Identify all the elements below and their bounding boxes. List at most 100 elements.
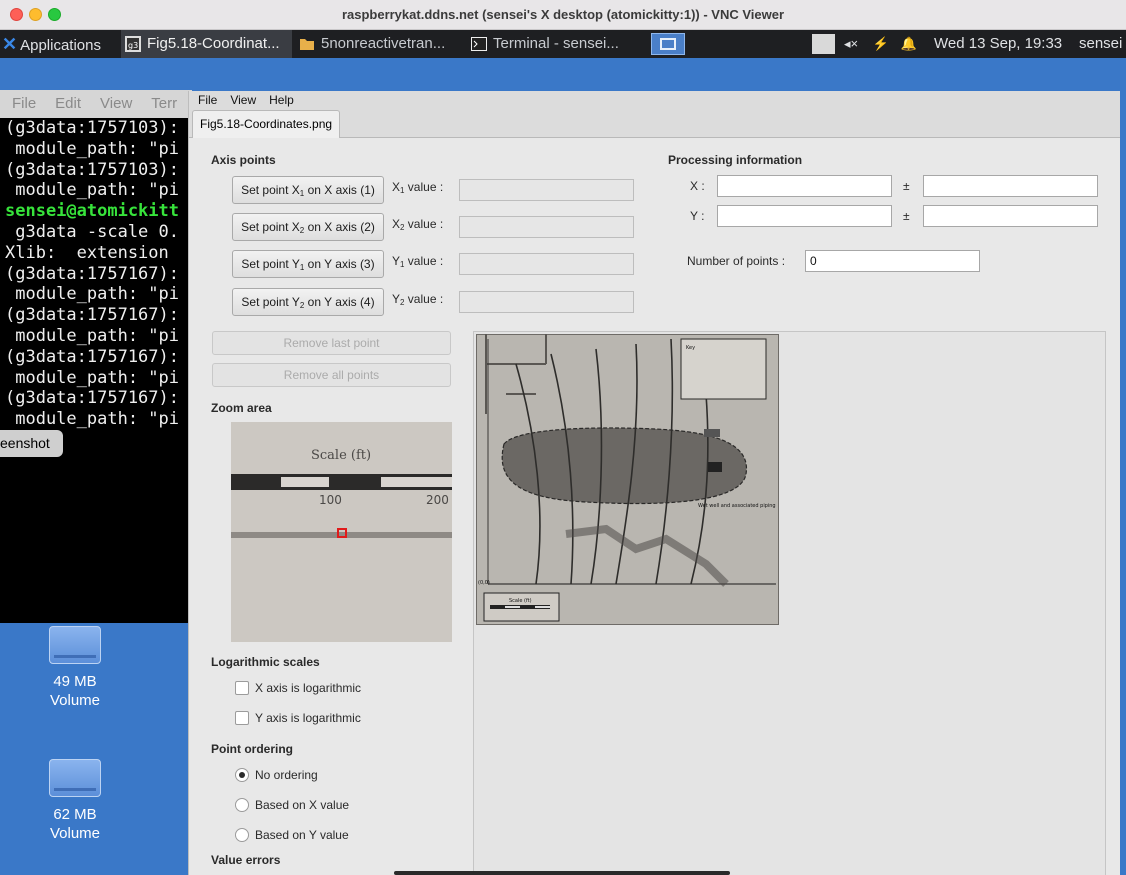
y-error-field[interactable]: [923, 205, 1098, 227]
taskbar-item-folder[interactable]: 5nonreactivetran...: [295, 30, 465, 58]
btn-text: Set point Y: [241, 295, 300, 309]
btn-text: Set point X: [241, 220, 300, 234]
menu-help[interactable]: Help: [269, 93, 294, 107]
btn-text: on Y axis (3): [304, 257, 375, 271]
screenshot-tray-icon[interactable]: [812, 34, 835, 54]
value-errors-title: Value errors: [211, 853, 281, 867]
y2-value-label: Y2 value :: [392, 292, 443, 307]
y1-value-field[interactable]: [459, 253, 634, 275]
y-value-field[interactable]: [717, 205, 892, 227]
x2-value-label: X2 value :: [392, 217, 443, 232]
x-value-field[interactable]: [717, 175, 892, 197]
order-by-x-radio[interactable]: [235, 798, 249, 812]
graph-area[interactable]: Key Wet well and associated piping (0,0)…: [473, 331, 1106, 875]
x-label: X :: [690, 179, 705, 193]
terminal-line: (g3data:1757167):: [5, 305, 179, 326]
y-log-checkbox[interactable]: [235, 711, 249, 725]
remove-last-point-button[interactable]: Remove last point: [212, 331, 451, 355]
applications-menu-button[interactable]: ✕ Applications: [2, 30, 118, 58]
lbl-text: Y: [392, 292, 401, 306]
zoom-tick-200: 200: [426, 493, 449, 507]
g3data-window: File View Help Fig5.18-Coordinates.png Axi…: [188, 91, 1120, 875]
taskbar-item-label: Terminal - sensei...: [493, 35, 619, 52]
screenshot-tooltip: eenshot: [0, 430, 63, 457]
set-point-x2-button[interactable]: Set point X2 on X axis (2): [232, 213, 384, 241]
volume-muted-icon[interactable]: ◂×: [841, 33, 861, 55]
g3data-content: Axis points Set point X1 on X axis (1) X…: [189, 138, 1120, 875]
x1-value-label: X1 value :: [392, 180, 443, 195]
tab-fig-coordinates[interactable]: Fig5.18-Coordinates.png: [192, 110, 341, 139]
lbl-text: value :: [404, 254, 444, 268]
figure-origin-label: (0,0): [478, 580, 490, 586]
desktop-volume-icon-1[interactable]: 49 MB Volume: [30, 626, 120, 710]
terminal-menu-file[interactable]: File: [12, 95, 36, 112]
point-ordering-title: Point ordering: [211, 742, 293, 756]
set-point-y2-button[interactable]: Set point Y2 on Y axis (4): [232, 288, 384, 316]
log-scales-title: Logarithmic scales: [211, 655, 320, 669]
notification-bell-icon[interactable]: 🔔: [899, 33, 919, 55]
remove-all-points-button[interactable]: Remove all points: [212, 363, 451, 387]
vnc-title-bar: raspberrykat.ddns.net (sensei's X deskto…: [0, 0, 1126, 30]
loaded-figure-image[interactable]: Key Wet well and associated piping (0,0)…: [476, 334, 779, 625]
btn-text: Set point Y: [241, 257, 300, 271]
no-ordering-label[interactable]: No ordering: [255, 768, 318, 782]
terminal-icon: [471, 37, 487, 51]
btn-text: Set point X: [241, 183, 300, 197]
y-log-label[interactable]: Y axis is logarithmic: [255, 711, 361, 725]
terminal-menu-view[interactable]: View: [100, 95, 132, 112]
terminal-line: module_path: "pi: [5, 284, 179, 305]
figure-key-title: Key: [686, 345, 695, 351]
panel-user[interactable]: sensei: [1079, 30, 1122, 58]
window-title: raspberrykat.ddns.net (sensei's X deskto…: [341, 7, 785, 22]
terminal-line: module_path: "pi: [5, 325, 179, 346]
terminal-line: (g3data:1757167):: [5, 346, 179, 367]
window-resize-handle[interactable]: [394, 871, 730, 875]
desktop-volume-icon-2[interactable]: 62 MB Volume: [30, 759, 120, 843]
workspace-switcher[interactable]: [651, 33, 685, 55]
terminal-menu-edit[interactable]: Edit: [55, 95, 81, 112]
y-plus-minus: ±: [903, 209, 910, 223]
zoom-area-title: Zoom area: [211, 401, 272, 415]
number-of-points-field[interactable]: 0: [805, 250, 980, 272]
xfce-panel: ✕ Applications g3 Fig5.18-Coordinat... 5n…: [0, 30, 1126, 58]
x-error-field[interactable]: [923, 175, 1098, 197]
terminal-line: g3data -scale 0.: [5, 221, 179, 242]
panel-clock[interactable]: Wed 13 Sep, 19:33: [934, 30, 1062, 58]
taskbar-item-g3data[interactable]: g3 Fig5.18-Coordinat...: [121, 30, 292, 58]
x-log-checkbox[interactable]: [235, 681, 249, 695]
terminal-line: (g3data:1757103):: [5, 118, 179, 138]
zoom-area-image: Scale (ft) 100 200: [231, 422, 452, 642]
order-by-x-label[interactable]: Based on X value: [255, 798, 349, 812]
terminal-menu-bar: File Edit View Terr: [0, 90, 192, 118]
no-ordering-radio[interactable]: [235, 768, 249, 782]
axis-points-title: Axis points: [211, 153, 276, 167]
terminal-line: (g3data:1757167):: [5, 388, 179, 409]
x1-value-field[interactable]: [459, 179, 634, 201]
x2-value-field[interactable]: [459, 216, 634, 238]
number-of-points-label: Number of points :: [687, 254, 786, 268]
terminal-window[interactable]: File Edit View Terr (g3data:1757103): modul…: [0, 90, 192, 623]
y-label: Y :: [690, 209, 705, 223]
menu-file[interactable]: File: [198, 93, 217, 107]
site-map-figure: Key Wet well and associated piping (0,0)…: [476, 334, 779, 625]
figure-well-label: Wet well and associated piping: [698, 503, 776, 509]
menu-view[interactable]: View: [230, 93, 256, 107]
g3data-app-icon: g3: [125, 36, 141, 52]
volume-size: 49 MB: [53, 673, 97, 690]
set-point-x1-button[interactable]: Set point X1 on X axis (1): [232, 176, 384, 204]
terminal-menu-terminal[interactable]: Terr: [151, 95, 177, 112]
tab-strip: Fig5.18-Coordinates.png: [189, 109, 1120, 139]
g3data-menu-bar: File View Help: [189, 91, 1120, 109]
zoom-tick-100: 100: [319, 493, 342, 507]
y2-value-field[interactable]: [459, 291, 634, 313]
order-by-y-radio[interactable]: [235, 828, 249, 842]
power-icon[interactable]: ⚡: [871, 33, 891, 55]
x-log-label[interactable]: X axis is logarithmic: [255, 681, 361, 695]
terminal-line: (g3data:1757103):: [5, 159, 179, 180]
lbl-text: X: [392, 217, 401, 231]
set-point-y1-button[interactable]: Set point Y1 on Y axis (3): [232, 250, 384, 278]
order-by-y-label[interactable]: Based on Y value: [255, 828, 349, 842]
zoom-scale-text: Scale (ft): [311, 448, 371, 463]
volume-name: Volume: [49, 825, 101, 842]
taskbar-item-terminal[interactable]: Terminal - sensei...: [467, 30, 639, 58]
